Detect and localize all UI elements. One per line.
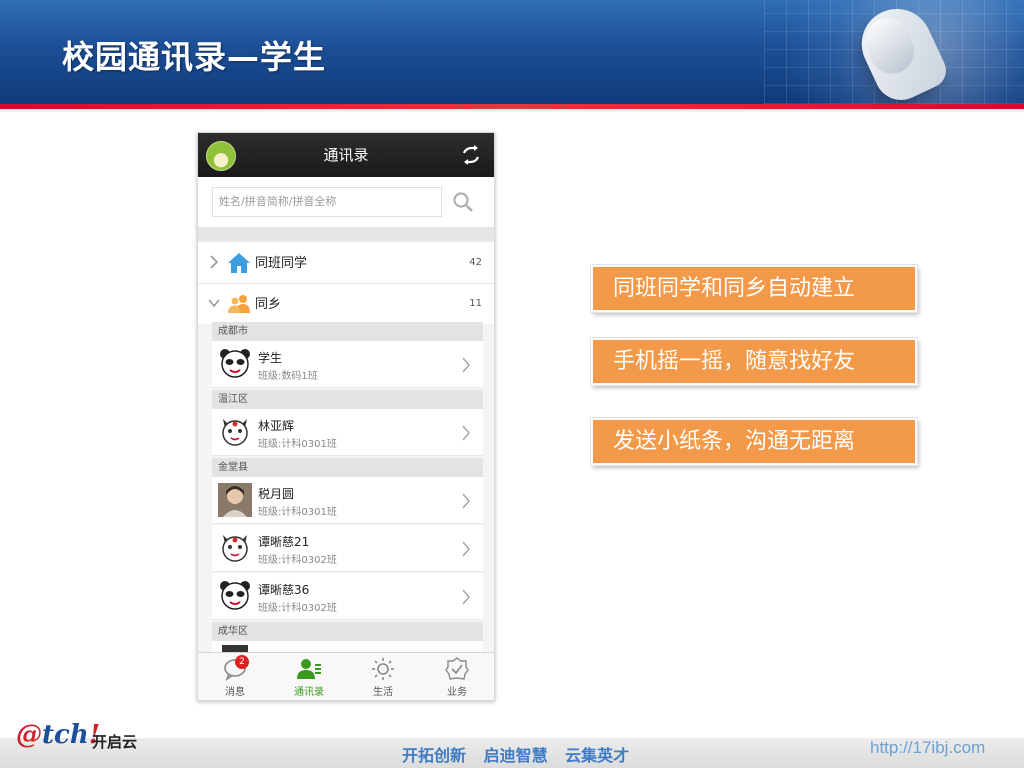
contact-row[interactable]: 林亚辉 班级:计科0301班 [212, 409, 483, 456]
group-label: 同乡 [255, 297, 282, 312]
contact-row[interactable]: 税月圆 班级:计科0301班 [212, 477, 483, 524]
sun-icon [372, 658, 394, 680]
contact-name: 学生 [258, 351, 283, 365]
chevron-right-icon [462, 493, 471, 509]
brand-name: 开启云 [92, 733, 138, 751]
contact-row[interactable]: 谭晰慈21 班级:计科0302班 [212, 525, 483, 572]
callout-auto-groups: 同班同学和同乡自动建立 [591, 265, 917, 312]
contact-class: 班级:计科0301班 [258, 507, 337, 518]
contact-row[interactable]: 学生 班级:数码1班 [212, 341, 483, 388]
slide-header: 校园通讯录—学生 [0, 0, 1024, 104]
region-header: 成都市 [212, 322, 483, 341]
callout-shake: 手机摇一摇，随意找好友 [591, 338, 917, 385]
tab-life[interactable]: 生活 [346, 653, 420, 700]
contact-name: 谭晰慈36 [258, 583, 310, 597]
panda-avatar [220, 349, 250, 378]
contact-row[interactable]: 谭晰慈36 班级:计科0302班 [212, 573, 483, 620]
group-label: 同班同学 [255, 256, 308, 271]
tab-bar: 2 消息 通讯录 生活 业务 [198, 652, 494, 700]
slogan: 开拓创新 启迪智慧 云集英才 [402, 746, 630, 765]
section-gap [198, 227, 494, 241]
panda-avatar [220, 581, 250, 610]
chevron-right-icon [462, 541, 471, 557]
contact-name: 税月圆 [258, 487, 295, 501]
brand-logo: @tch! [16, 720, 100, 750]
contact-class: 班级:计科0302班 [258, 603, 337, 614]
region-header: 金堂县 [212, 458, 483, 477]
group-count: 42 [469, 257, 482, 268]
chevron-right-icon [462, 357, 471, 373]
shield-check-icon [445, 657, 469, 680]
contact-class: 班级:计科0301班 [258, 439, 337, 450]
footer-url[interactable]: http://17ibj.com [870, 738, 985, 758]
people-icon [228, 295, 250, 313]
chevron-right-icon [462, 425, 471, 441]
cat-avatar [222, 535, 248, 562]
brand-logo-text: tch [42, 720, 89, 750]
group-row-classmates[interactable]: 同班同学 42 [198, 243, 494, 284]
chevron-right-icon [462, 589, 471, 605]
callout-notes: 发送小纸条，沟通无距离 [591, 418, 917, 465]
brand-logo-at: @ [16, 720, 42, 750]
region-header: 温江区 [212, 390, 483, 409]
tab-messages[interactable]: 2 消息 [198, 653, 272, 700]
search-input[interactable]: 姓名/拼音简称/拼音全称 [212, 187, 442, 217]
contacts-icon [297, 659, 321, 679]
tab-label: 业务 [447, 687, 467, 698]
unread-badge: 2 [235, 655, 249, 669]
header-shadow [0, 109, 1024, 113]
region-header: 成华区 [212, 622, 483, 641]
slide-title: 校园通讯录—学生 [62, 38, 327, 76]
contact-class: 班级:计科0302班 [258, 555, 337, 566]
app-title: 通讯录 [323, 146, 369, 164]
phone-screen: 通讯录 姓名/拼音简称/拼音全称 同班同学 42 同乡 11 成都市 学生 班级… [197, 132, 495, 701]
search-bar: 姓名/拼音简称/拼音全称 [198, 177, 494, 227]
tab-label: 生活 [373, 687, 393, 698]
app-bar: 通讯录 [198, 133, 494, 177]
tab-contacts[interactable]: 通讯录 [272, 653, 346, 700]
search-icon[interactable] [452, 191, 474, 213]
tab-label: 通讯录 [294, 687, 324, 698]
refresh-icon[interactable] [460, 144, 482, 166]
group-count: 11 [469, 298, 482, 309]
contact-name: 谭晰慈21 [258, 535, 310, 549]
chevron-down-icon [208, 299, 220, 308]
tab-label: 消息 [225, 687, 245, 698]
tab-business[interactable]: 业务 [420, 653, 494, 700]
contact-class: 班级:数码1班 [258, 371, 318, 382]
chevron-right-icon [210, 255, 219, 269]
group-row-hometown[interactable]: 同乡 11 [198, 284, 494, 324]
contact-name: 林亚辉 [258, 419, 295, 433]
cat-avatar [222, 419, 248, 446]
home-icon [228, 253, 250, 273]
photo-avatar [218, 483, 252, 517]
